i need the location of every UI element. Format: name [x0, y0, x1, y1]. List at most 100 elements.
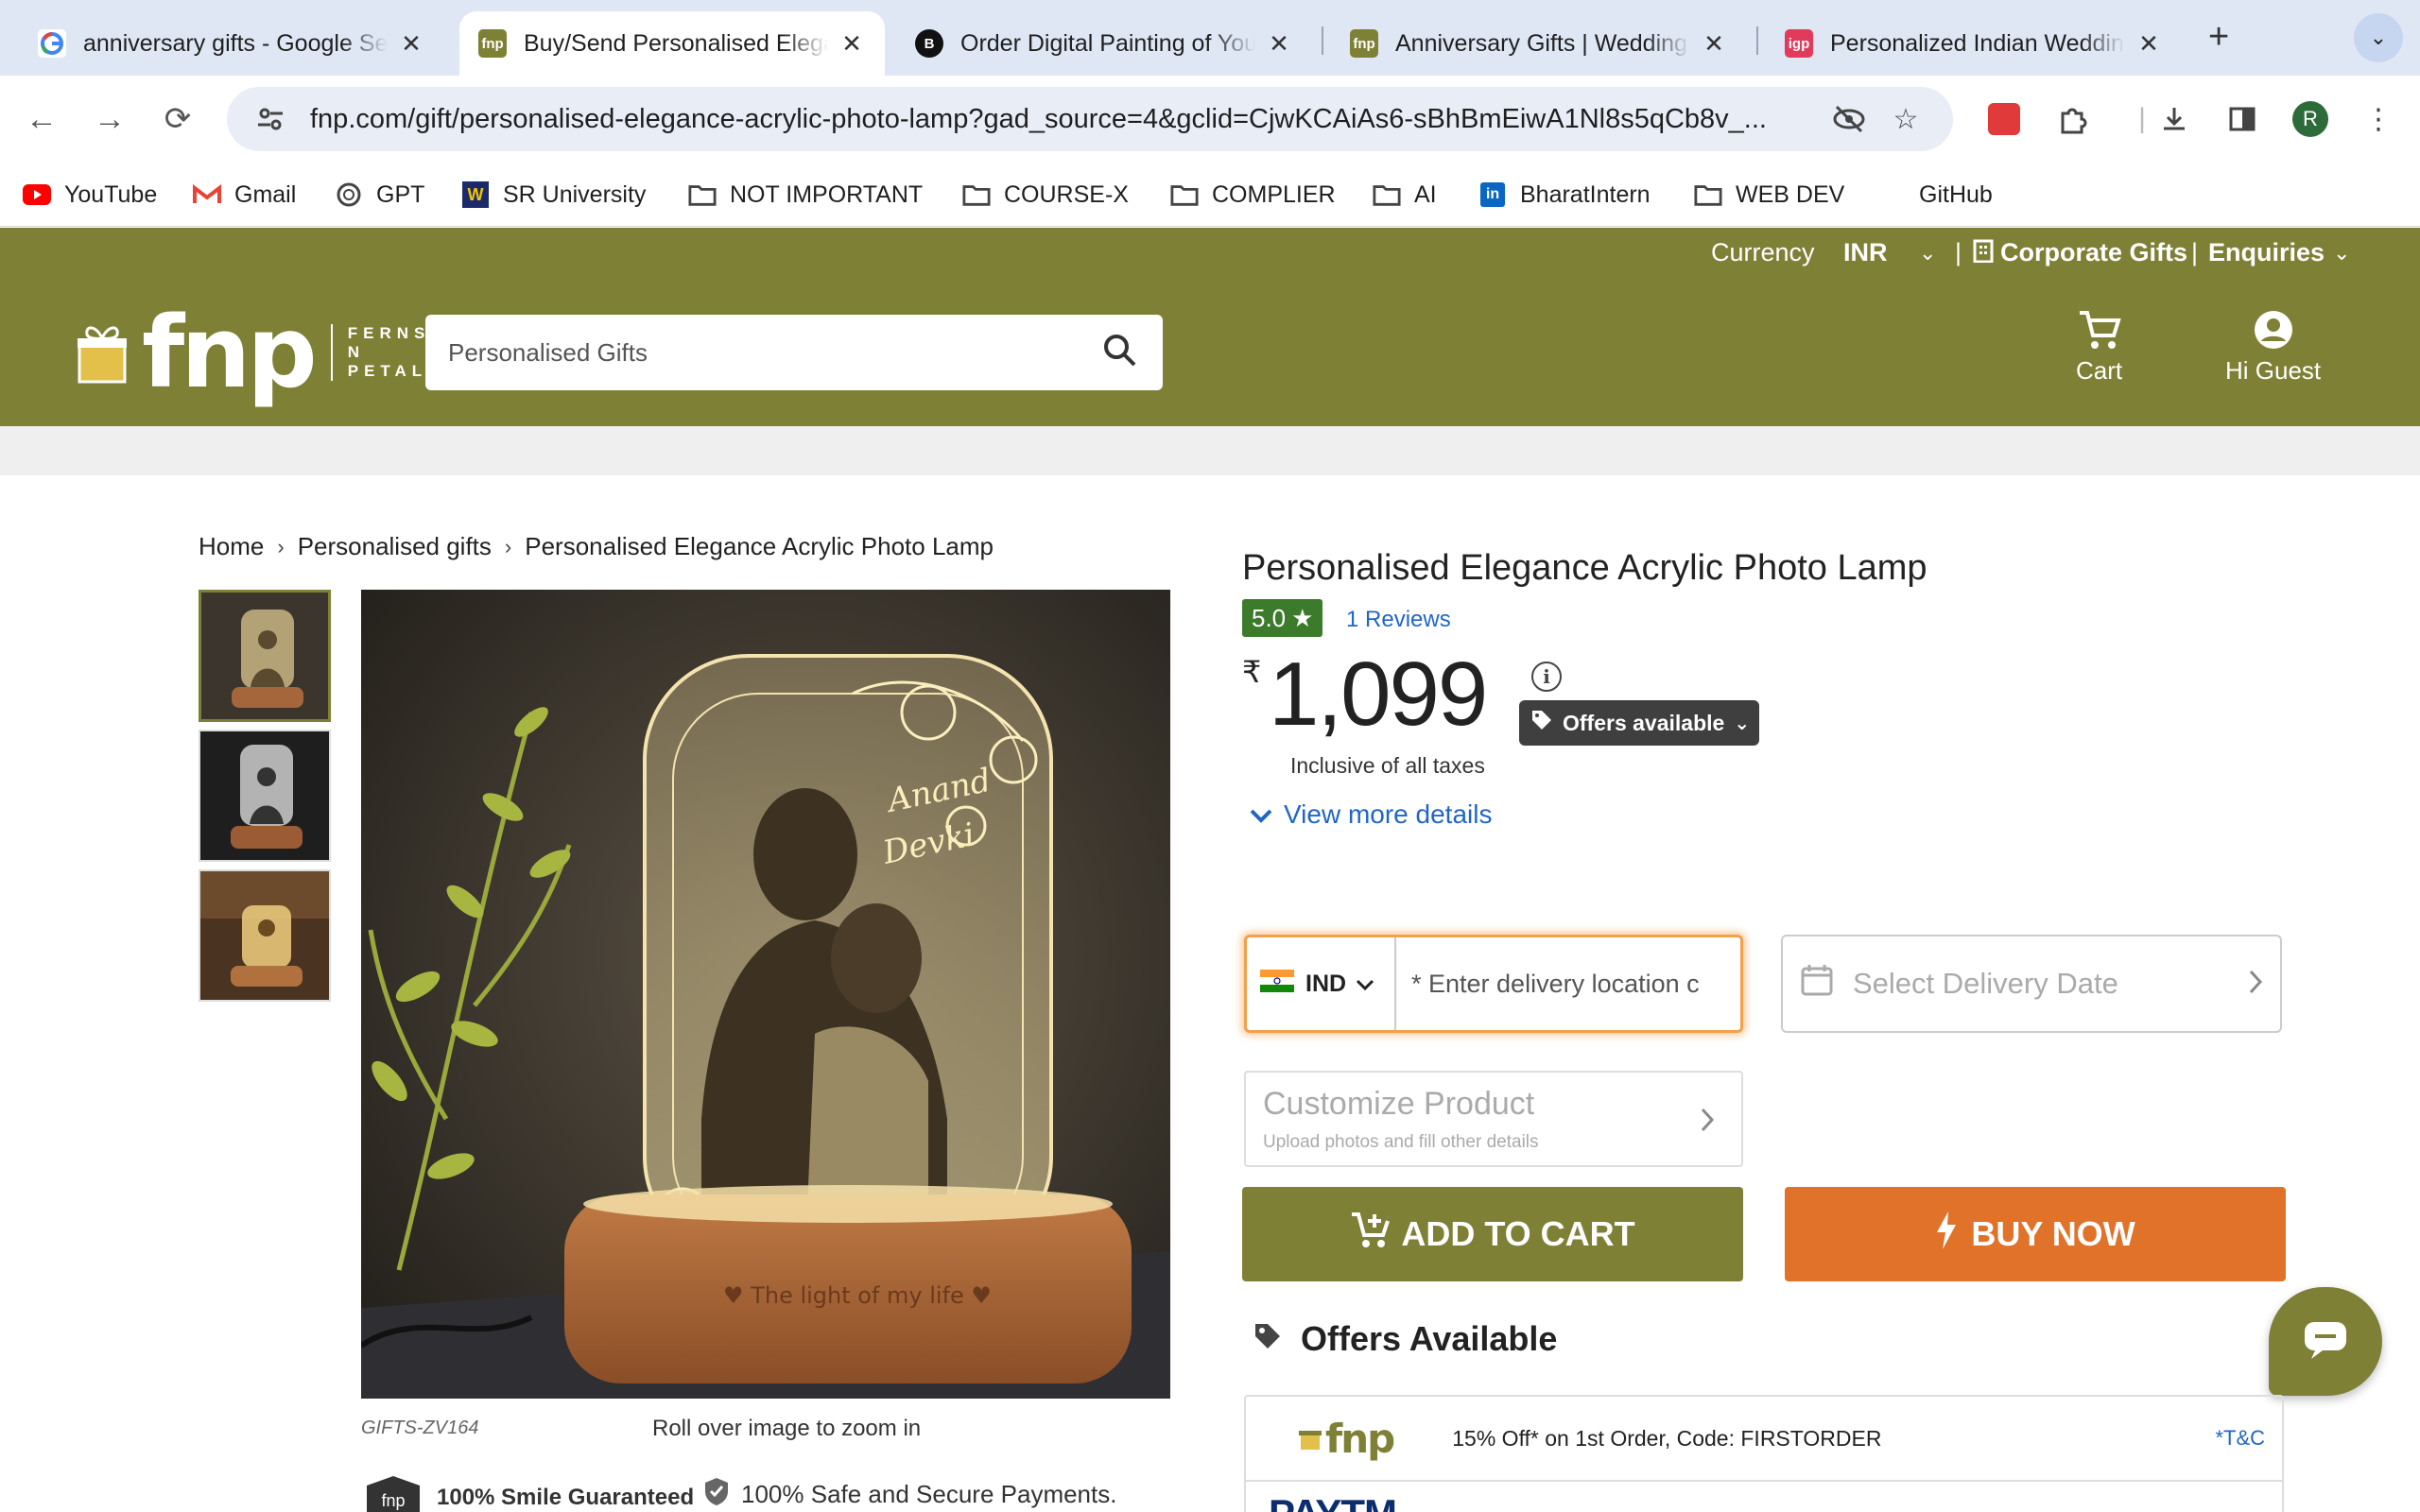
currency-label: Currency: [1711, 238, 1815, 266]
back-icon[interactable]: ←: [19, 96, 64, 142]
profile-avatar[interactable]: R: [2290, 98, 2331, 140]
enquiries-link[interactable]: Enquiries: [2208, 238, 2325, 267]
bookmark-github[interactable]: GitHub: [1919, 176, 1993, 214]
bookmark-web-dev[interactable]: WEB DEV: [1694, 176, 1844, 214]
bookmark-label: BharatIntern: [1520, 180, 1651, 208]
breadcrumb-category[interactable]: Personalised gifts: [298, 532, 492, 561]
site-search-box: [425, 315, 1163, 390]
tab-anniversary-gifts[interactable]: fnp Anniversary Gifts | Wedding Annivers…: [1331, 11, 1747, 76]
bookmark-not-important[interactable]: NOT IMPORTANT: [688, 176, 923, 214]
product-thumbnail-1[interactable]: [199, 590, 331, 722]
delivery-date-selector[interactable]: Select Delivery Date: [1781, 935, 2282, 1033]
site-settings-icon[interactable]: [253, 102, 287, 136]
offers-heading: Offers Available: [1253, 1319, 1557, 1359]
bookmark-label: COURSE-X: [1004, 180, 1129, 208]
bookmark-star-icon[interactable]: ☆: [1887, 100, 1925, 138]
download-icon[interactable]: [2153, 98, 2195, 140]
bookmark-bharatintern[interactable]: in BharatIntern: [1478, 176, 1651, 214]
product-thumbnail-3[interactable]: [199, 869, 331, 1002]
add-to-cart-button[interactable]: ADD TO CART: [1242, 1187, 1743, 1281]
delivery-date-placeholder: Select Delivery Date: [1853, 967, 2118, 1000]
reload-icon[interactable]: ⟳: [155, 96, 200, 142]
browser-menu-icon[interactable]: ⋮: [2358, 98, 2399, 140]
eye-off-icon[interactable]: [1830, 100, 1868, 138]
bookmark-gmail[interactable]: Gmail: [193, 176, 296, 214]
divider: |: [2191, 238, 2199, 266]
corporate-gifts-link[interactable]: Corporate Gifts: [2000, 238, 2187, 267]
tab-fnp-product[interactable]: fnp Buy/Send Personalised Elegance Acryl…: [459, 11, 885, 76]
cart-plus-icon: [1350, 1211, 1392, 1259]
chevron-down-icon[interactable]: ⌄: [2333, 241, 2350, 266]
smile-guarantee: fnp 100% Smile Guaranteed: [363, 1476, 694, 1512]
bookmark-ai[interactable]: AI: [1373, 176, 1437, 214]
tab-digital-painting[interactable]: B Order Digital Painting of Your Photo ✕: [896, 11, 1312, 76]
bookmark-course-x[interactable]: COURSE-X: [962, 176, 1129, 214]
fnp-logo[interactable]: fnp FERNS N PETALS: [76, 303, 444, 402]
offers-available-button[interactable]: Offers available ⌄: [1519, 700, 1759, 746]
secure-payments: 100% Safe and Secure Payments.: [703, 1476, 1116, 1512]
chevron-down-icon[interactable]: ⌄: [1919, 241, 1936, 266]
bookmark-complier[interactable]: COMPLIER: [1170, 176, 1336, 214]
buy-now-button[interactable]: BUY NOW: [1785, 1187, 2286, 1281]
tab-title: anniversary gifts - Google Search: [83, 29, 388, 57]
delivery-location-input[interactable]: [1411, 969, 1723, 999]
address-bar[interactable]: fnp.com/gift/personalised-elegance-acryl…: [227, 87, 1953, 151]
extensions-puzzle-icon[interactable]: [2051, 98, 2093, 140]
close-tab-icon[interactable]: ✕: [397, 29, 425, 59]
close-tab-icon[interactable]: ✕: [1700, 29, 1728, 59]
fnp-icon: fnp: [1350, 29, 1378, 58]
bookmark-label: COMPLIER: [1212, 180, 1336, 208]
currency-symbol: ₹: [1242, 655, 1262, 689]
tab-google-search[interactable]: anniversary gifts - Google Search ✕: [19, 11, 444, 76]
chat-support-button[interactable]: [2269, 1287, 2382, 1396]
side-panel-icon[interactable]: [2221, 98, 2263, 140]
site-header: fnp FERNS N PETALS Cart Hi Guest: [0, 277, 2420, 426]
gmail-icon: [193, 180, 221, 209]
bookmark-gpt[interactable]: GPT: [335, 176, 424, 214]
breadcrumb-home[interactable]: Home: [199, 532, 264, 561]
india-flag-icon: [1260, 969, 1294, 999]
cart-button[interactable]: Cart: [2076, 309, 2122, 386]
bookmark-sr-university[interactable]: W SR University: [461, 176, 646, 214]
reviews-link[interactable]: 1 Reviews: [1346, 607, 1451, 633]
tab-indian-wedding-gifts[interactable]: igp Personalized Indian Wedding Gifts ✕: [1766, 11, 2182, 76]
offer-provider: fnp: [1325, 1415, 1395, 1462]
tab-search-icon[interactable]: ⌄: [2354, 13, 2403, 62]
tab-title: Buy/Send Personalised Elegance Acrylic P…: [524, 29, 828, 57]
folder-icon: [962, 180, 991, 209]
bookmark-label: AI: [1414, 180, 1437, 208]
site-search-input[interactable]: [448, 337, 1091, 368]
folder-icon: [1170, 180, 1199, 209]
buy-now-label: BUY NOW: [1971, 1214, 2135, 1253]
customize-product-button[interactable]: Customize Product Upload photos and fill…: [1244, 1071, 1743, 1167]
info-icon[interactable]: i: [1531, 662, 1562, 692]
country-selector[interactable]: IND: [1247, 937, 1396, 1030]
currency-select[interactable]: INR: [1843, 238, 1888, 267]
offer-item[interactable]: fnp 15% Off* on 1st Order, Code: FIRSTOR…: [1246, 1397, 2282, 1482]
view-more-details-link[interactable]: View more details: [1250, 799, 1492, 830]
tab-separator: [1322, 26, 1323, 55]
account-button[interactable]: Hi Guest: [2225, 309, 2321, 386]
offer-text: 15% Off* on 1st Order, Code: FIRSTORDER: [1452, 1425, 1882, 1451]
forward-icon[interactable]: →: [87, 96, 132, 142]
close-tab-icon[interactable]: ✕: [2135, 29, 2163, 59]
customize-subtitle: Upload photos and fill other details: [1263, 1132, 1539, 1152]
bookmark-youtube[interactable]: YouTube: [23, 176, 157, 214]
tab-title: Anniversary Gifts | Wedding Anniversary: [1395, 29, 1690, 57]
logo-wordmark: fnp: [142, 295, 318, 410]
new-tab-icon[interactable]: +: [2208, 17, 2229, 58]
bookmark-label: GPT: [376, 180, 425, 208]
search-icon[interactable]: [1102, 333, 1138, 373]
close-tab-icon[interactable]: ✕: [1265, 29, 1293, 59]
view-more-label: View more details: [1284, 799, 1493, 829]
bookmarks-bar: YouTube Gmail GPT W SR University NOT IM…: [0, 163, 2420, 227]
gift-box-icon: [78, 326, 127, 384]
offer-terms-link[interactable]: *T&C: [2215, 1426, 2265, 1451]
sr-university-icon: W: [461, 180, 490, 209]
close-tab-icon[interactable]: ✕: [838, 29, 866, 59]
product-main-image[interactable]: Anand Devki ♥ The light of my life ♥: [361, 590, 1170, 1399]
cart-icon: [2079, 311, 2121, 349]
extension-red-icon[interactable]: [1983, 98, 2025, 140]
account-label: Hi Guest: [2225, 356, 2322, 385]
product-thumbnail-2[interactable]: [199, 730, 331, 862]
